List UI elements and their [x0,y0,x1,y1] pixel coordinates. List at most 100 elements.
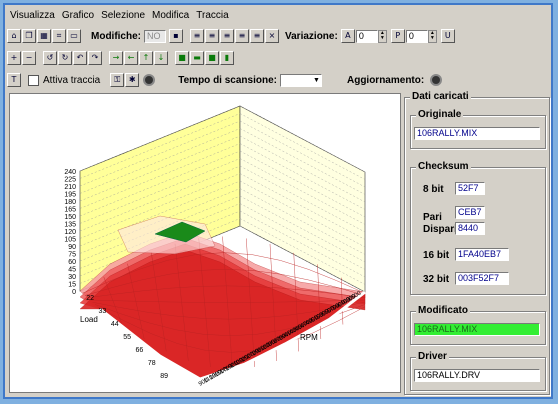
originale-group: Originale 106RALLY.MIX [410,109,546,149]
checksum-pari-field: CEB7 [455,206,485,219]
menu-modifica[interactable]: Modifica [152,10,189,21]
checksum-label: Checksum [416,161,471,172]
load-tick-label: 66 [136,347,144,354]
side-wall [239,105,366,293]
zoom-out-icon[interactable]: − [22,51,36,65]
arrow-left-icon[interactable]: ← [124,51,138,65]
load-tick-label: 22 [86,295,94,302]
arrow-up-icon[interactable]: ↑ [139,51,153,65]
status-indicator-icon [143,74,156,86]
aggiornamento-indicator-icon [430,74,443,86]
z-tick-label: 60 [68,259,76,266]
modifiche-field: NO [144,29,166,43]
surface-chart[interactable]: 2402252101951801651501351201059075604530… [10,94,400,392]
originale-label: Originale [416,109,464,120]
table-icon[interactable]: ▦ [37,29,51,43]
tool-5-icon[interactable]: ≡ [250,29,264,43]
originale-field: 106RALLY.MIX [414,127,540,140]
menu-traccia[interactable]: Traccia [196,10,228,21]
aggiornamento-label: Aggiornamento: [346,74,425,86]
load-tick-label: 55 [123,334,131,341]
toolbar-main: ⌂ ❐ ▦ ⌗ ▭ Modifiche: NO ▪ ≡ ≡ ≡ ≡ ≡ × Va… [7,26,456,46]
tempo-label: Tempo di scansione: [178,74,277,86]
zoom-in-icon[interactable]: + [7,51,21,65]
tool-4-icon[interactable]: ≡ [235,29,249,43]
attiva-traccia-label: Attiva traccia [43,74,101,86]
z-tick-label: 240 [64,169,76,176]
variazione-a-spinner[interactable]: ▲ ▼ [377,29,387,43]
modificato-label: Modificato [416,305,470,316]
toolbar-trace: T Attiva traccia ⚿ ✱ Tempo di scansione:… [7,70,445,90]
checksum-16-label: 16 bit [423,250,450,261]
runner-icon[interactable]: ✱ [125,73,140,87]
select-block-icon[interactable]: ■ [205,51,219,65]
tool-1-icon[interactable]: ≡ [190,29,204,43]
z-tick-label: 165 [64,207,76,214]
trace-tool-icon[interactable]: T [7,73,21,87]
variazione-a-button[interactable]: A [340,29,355,43]
rotate-right-icon[interactable]: ↻ [58,51,72,65]
redo-icon[interactable]: ↷ [88,51,102,65]
variazione-p-spinner[interactable]: ▲ ▼ [427,29,437,43]
checksum-32-label: 32 bit [423,274,450,285]
z-tick-label: 15 [68,282,76,289]
app-window: Visualizza Grafico Selezione Modifica Tr… [3,3,553,399]
window-icon[interactable]: ▭ [67,29,81,43]
load-tick-label: 33 [99,308,107,315]
arrow-right-icon[interactable]: → [109,51,123,65]
menu-grafico[interactable]: Grafico [62,10,94,21]
z-tick-label: 150 [64,214,76,221]
graph-icon[interactable]: ⌗ [52,29,66,43]
z-tick-label: 105 [64,237,76,244]
load-tick-label: 44 [111,321,119,328]
chart-area[interactable]: 240 225 210 195 180 165 150 135 120 105 90 75 60 45 30… [9,93,401,393]
lock-icon[interactable]: ⚿ [110,73,125,87]
modifiche-label: Modifiche: [91,30,141,42]
z-tick-label: 135 [64,222,76,229]
tempo-select[interactable]: ▼ [279,73,322,87]
checksum-8-field: 52F7 [455,182,485,195]
undo-icon[interactable]: ↶ [73,51,87,65]
checksum-32-field: 003F52F7 [455,272,509,285]
copy-icon[interactable]: ❐ [22,29,36,43]
menu-bar: Visualizza Grafico Selezione Modifica Tr… [7,7,229,23]
z-tick-label: 90 [68,244,76,251]
variazione-a-input[interactable]: 0 [355,29,378,43]
dati-caricati-panel: Dati caricati Originale 106RALLY.MIX Che… [404,91,550,395]
variazione-u-button[interactable]: U [440,29,455,43]
checksum-group: Checksum 8 bit 52F7 Pari CEB7 Dispari 84… [410,161,546,295]
select-all-icon[interactable]: ■ [175,51,189,65]
checksum-16-field: 1FA40EB7 [455,248,509,261]
z-tick-label: 0 [72,289,76,296]
home-icon[interactable]: ⌂ [7,29,21,43]
toolbar-view: + − ↺ ↻ ↶ ↷ → ← ↑ ↓ ■ ▬ ■ ▮ [7,48,235,68]
z-tick-label: 210 [64,184,76,191]
rotate-left-icon[interactable]: ↺ [43,51,57,65]
select-row-icon[interactable]: ▬ [190,51,204,65]
z-tick-label: 180 [64,199,76,206]
select-column-icon[interactable]: ▮ [220,51,234,65]
tool-2-icon[interactable]: ≡ [205,29,219,43]
checksum-8-label: 8 bit [423,184,444,195]
checksum-pari-label: Pari [423,212,442,223]
variazione-label: Variazione: [285,30,338,42]
z-tick-label: 75 [68,252,76,259]
driver-group: Driver 106RALLY.DRV [410,351,546,391]
driver-field: 106RALLY.DRV [414,369,540,382]
save-icon[interactable]: ▪ [169,29,183,43]
driver-label: Driver [416,351,449,362]
variazione-p-input[interactable]: 0 [405,29,428,43]
menu-visualizza[interactable]: Visualizza [10,10,55,21]
load-tick-label: 89 [160,373,168,380]
arrow-down-icon[interactable]: ↓ [154,51,168,65]
rpm-axis-label: RPM [300,333,318,342]
z-tick-label: 45 [68,267,76,274]
z-tick-label: 225 [64,177,76,184]
checksum-dispari-field: 8440 [455,222,485,235]
tool-6-icon[interactable]: × [265,29,279,43]
tool-3-icon[interactable]: ≡ [220,29,234,43]
variazione-p-button[interactable]: P [390,29,405,43]
attiva-traccia-checkbox[interactable] [28,74,39,86]
menu-selezione[interactable]: Selezione [101,10,145,21]
modificato-group: Modificato 106RALLY.MIX [410,305,546,345]
